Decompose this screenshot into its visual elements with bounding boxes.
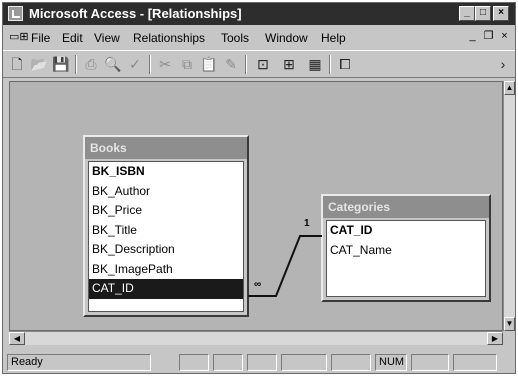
open-icon[interactable]: 📂	[29, 55, 49, 73]
title-bar[interactable]: Microsoft Access - [Relationships] _ □ ×	[3, 3, 515, 25]
menu-help[interactable]: Help	[321, 31, 346, 45]
field-bk-title[interactable]: BK_Title	[89, 221, 243, 241]
menu-tools[interactable]: Tools	[221, 31, 249, 45]
scroll-left-arrow-icon[interactable]: ◀	[9, 332, 25, 345]
toolbar-separator	[245, 55, 247, 74]
paste-icon[interactable]: 📋	[199, 55, 219, 73]
books-table-window[interactable]: Books BK_ISBN BK_Author BK_Price BK_Titl…	[83, 135, 249, 317]
num-lock-indicator: NUM	[375, 354, 407, 371]
window-title: Microsoft Access - [Relationships]	[29, 6, 242, 21]
mdi-close-button[interactable]: ×	[497, 30, 512, 44]
categories-field-list[interactable]: CAT_ID CAT_Name	[326, 220, 486, 297]
toolbar-separator	[149, 55, 151, 74]
mdi-minimize-button[interactable]: _	[465, 30, 480, 44]
access-window: Microsoft Access - [Relationships] _ □ ×…	[2, 2, 516, 374]
status-bar: Ready NUM	[3, 348, 515, 373]
copy-icon[interactable]: ⧉	[177, 55, 197, 73]
many-side-label: ∞	[254, 279, 262, 290]
field-cat-id[interactable]: CAT_ID	[327, 221, 485, 241]
field-cat-id-selected[interactable]: CAT_ID	[89, 279, 243, 299]
status-panel	[411, 354, 449, 371]
show-table-icon[interactable]: ⊡	[253, 55, 273, 73]
status-panel	[331, 354, 371, 371]
show-direct-icon[interactable]: ⊞	[279, 55, 299, 73]
spelling-icon[interactable]: ✓	[125, 55, 145, 73]
scroll-up-arrow-icon[interactable]: ▲	[504, 81, 515, 95]
toolbar-separator	[75, 55, 77, 74]
books-table-title[interactable]: Books	[85, 137, 247, 159]
database-window-icon[interactable]: ⧠	[335, 55, 355, 73]
field-bk-isbn[interactable]: BK_ISBN	[89, 162, 243, 182]
cut-icon[interactable]: ✂	[155, 55, 175, 73]
horizontal-scrollbar[interactable]: ◀ ▶	[9, 331, 503, 345]
categories-table-window[interactable]: Categories CAT_ID CAT_Name	[321, 194, 491, 302]
scroll-down-arrow-icon[interactable]: ▼	[504, 317, 515, 331]
field-bk-price[interactable]: BK_Price	[89, 201, 243, 221]
status-panel	[281, 354, 327, 371]
toolbar-separator	[329, 55, 331, 74]
field-bk-author[interactable]: BK_Author	[89, 182, 243, 202]
close-button[interactable]: ×	[493, 6, 509, 21]
toolbar: 🗋 📂 💾 ⎙ 🔍 ✓ ✂ ⧉ 📋 ✎ ⊡ ⊞ ▦ ⧠ ›	[3, 50, 515, 78]
menu-bar: ▭⊞ File Edit View Relationships Tools Wi…	[3, 27, 515, 48]
status-panel	[247, 354, 277, 371]
mdi-restore-button[interactable]: ❐	[481, 30, 496, 44]
field-cat-name[interactable]: CAT_Name	[327, 241, 485, 261]
one-side-label: 1	[304, 218, 310, 229]
status-panel	[213, 354, 243, 371]
save-icon[interactable]: 💾	[51, 55, 71, 73]
menu-edit[interactable]: Edit	[62, 31, 83, 45]
document-control-icon[interactable]: ▭⊞	[9, 30, 29, 44]
new-object-icon[interactable]: ›	[493, 55, 513, 73]
menu-window[interactable]: Window	[265, 31, 308, 45]
field-bk-imagepath[interactable]: BK_ImagePath	[89, 260, 243, 280]
print-icon[interactable]: ⎙	[81, 55, 101, 73]
access-app-icon[interactable]	[8, 6, 23, 21]
books-field-list[interactable]: BK_ISBN BK_Author BK_Price BK_Title BK_D…	[88, 161, 244, 312]
status-text: Ready	[7, 354, 151, 371]
print-preview-icon[interactable]: 🔍	[103, 55, 123, 73]
show-all-icon[interactable]: ▦	[305, 55, 325, 73]
minimize-button[interactable]: _	[459, 6, 475, 21]
field-bk-description[interactable]: BK_Description	[89, 240, 243, 260]
format-painter-icon[interactable]: ✎	[221, 55, 241, 73]
categories-table-title[interactable]: Categories	[323, 196, 489, 218]
status-panel	[179, 354, 209, 371]
maximize-button[interactable]: □	[475, 6, 491, 21]
scroll-right-arrow-icon[interactable]: ▶	[487, 332, 503, 345]
menu-relationships[interactable]: Relationships	[133, 31, 205, 45]
vertical-scrollbar[interactable]: ▲ ▼	[503, 81, 515, 331]
menu-file[interactable]: File	[31, 31, 50, 45]
menu-view[interactable]: View	[94, 31, 120, 45]
status-panel	[453, 354, 497, 371]
new-icon[interactable]: 🗋	[7, 55, 27, 73]
